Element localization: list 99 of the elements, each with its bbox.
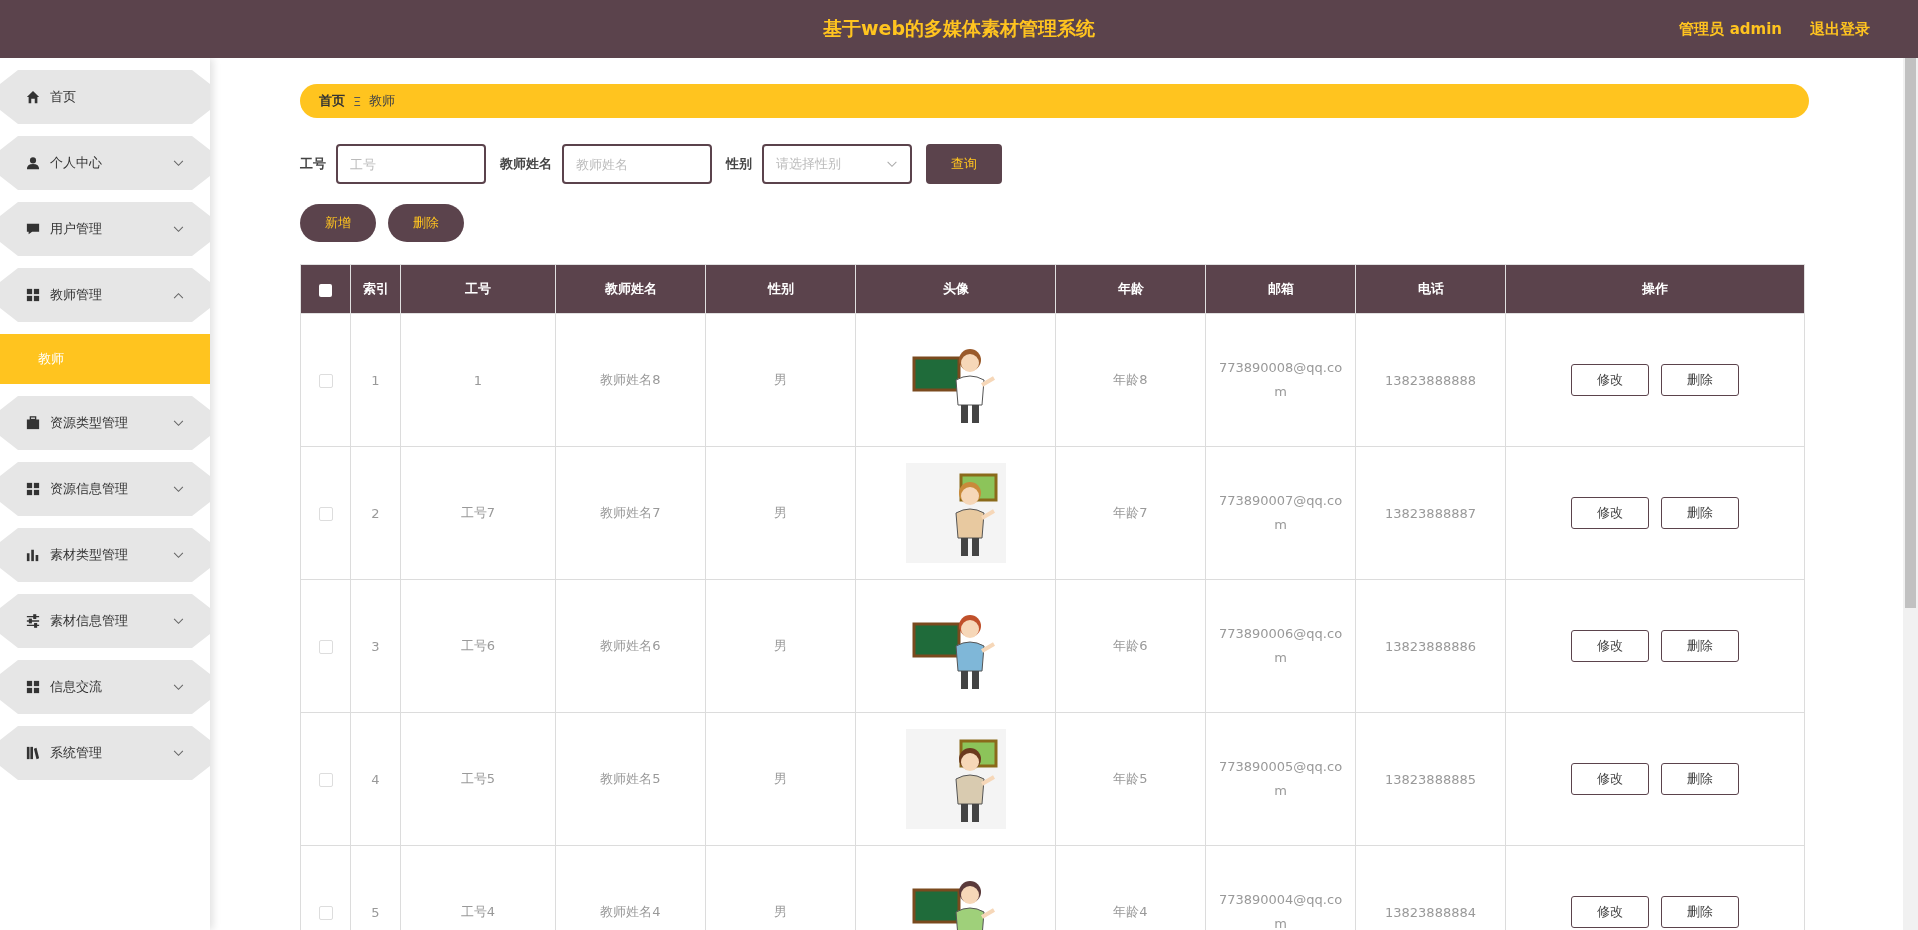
table-cell: 4: [350, 712, 401, 846]
column-header: 索引: [350, 264, 401, 314]
table-cell: 1: [350, 313, 401, 447]
column-header: 电话: [1355, 264, 1506, 314]
sidebar-item[interactable]: 用户管理: [0, 202, 210, 256]
sidebar-item[interactable]: 素材类型管理: [0, 528, 210, 582]
search-field[interactable]: 教师姓名: [562, 144, 712, 184]
column-header: 操作: [1505, 264, 1805, 314]
table-cell: 教师姓名5: [555, 712, 706, 846]
chevron-up-icon: [173, 291, 184, 299]
query-button[interactable]: 查询: [926, 144, 1002, 184]
search-field[interactable]: 工号: [336, 144, 486, 184]
edit-button[interactable]: 修改: [1571, 497, 1649, 529]
table-cell: 773890006@qq.com: [1205, 579, 1356, 713]
table-cell: 773890007@qq.com: [1205, 446, 1356, 580]
app-title: 基于web的多媒体素材管理系统: [822, 16, 1095, 41]
grid-icon: [26, 482, 40, 496]
table-cell: 773890008@qq.com: [1205, 313, 1356, 447]
delete-button[interactable]: 删除: [1661, 497, 1739, 529]
home-icon: [26, 90, 40, 104]
breadcrumb-separator: Ξ: [353, 93, 362, 109]
table-cell: 2: [350, 446, 401, 580]
column-header: 教师姓名: [555, 264, 706, 314]
edit-button[interactable]: 修改: [1571, 630, 1649, 662]
column-header: 工号: [400, 264, 556, 314]
chevron-down-icon: [173, 159, 184, 167]
books-icon: [26, 746, 40, 760]
chat-icon: [26, 222, 40, 236]
column-header: 年龄: [1055, 264, 1206, 314]
delete-button[interactable]: 删除: [1661, 364, 1739, 396]
grid-icon: [26, 680, 40, 694]
delete-button[interactable]: 删除: [1661, 630, 1739, 662]
table-cell: 13823888888: [1355, 313, 1506, 447]
table-cell: 男: [705, 579, 856, 713]
breadcrumb-current: 教师: [369, 92, 396, 110]
table-cell: 年龄7: [1055, 446, 1206, 580]
briefcase-icon: [26, 416, 40, 430]
breadcrumb-link[interactable]: 首页: [319, 92, 345, 110]
edit-button[interactable]: 修改: [1571, 896, 1649, 928]
table-cell: 年龄8: [1055, 313, 1206, 447]
table-cell: 工号7: [400, 446, 556, 580]
table-cell: 1: [400, 313, 556, 447]
logout-link[interactable]: 退出登录: [1810, 19, 1870, 39]
sliders-icon: [26, 614, 40, 628]
checkbox[interactable]: [318, 373, 333, 388]
table-cell: 男: [705, 712, 856, 846]
add-button[interactable]: 新增: [300, 204, 376, 242]
table-cell: 13823888885: [1355, 712, 1506, 846]
checkbox[interactable]: [318, 639, 333, 654]
table-cell: 工号5: [400, 712, 556, 846]
column-header: 性别: [705, 264, 856, 314]
chevron-down-icon: [886, 160, 898, 168]
column-header: 头像: [855, 264, 1056, 314]
scrollbar-thumb[interactable]: [1905, 58, 1916, 608]
table-cell: 教师姓名6: [555, 579, 706, 713]
checkbox[interactable]: [318, 772, 333, 787]
sidebar-item[interactable]: 系统管理: [0, 726, 210, 780]
sidebar-item[interactable]: 信息交流: [0, 660, 210, 714]
table-cell: 男: [705, 446, 856, 580]
table-cell: 773890005@qq.com: [1205, 712, 1356, 846]
field-label: 性别: [726, 155, 752, 173]
table-cell: 年龄5: [1055, 712, 1206, 846]
user-icon: [26, 156, 40, 170]
checkbox[interactable]: [318, 506, 333, 521]
table-cell: 年龄6: [1055, 579, 1206, 713]
table-cell: 工号6: [400, 579, 556, 713]
sidebar-item[interactable]: 教师管理: [0, 268, 210, 322]
sidebar-item[interactable]: 个人中心: [0, 136, 210, 190]
chevron-down-icon: [173, 419, 184, 427]
chevron-down-icon: [173, 485, 184, 493]
bar-chart-icon: [26, 548, 40, 562]
chevron-down-icon: [173, 225, 184, 233]
sidebar-item[interactable]: 资源信息管理: [0, 462, 210, 516]
field-label: 工号: [300, 155, 326, 173]
delete-button[interactable]: 删除: [388, 204, 464, 242]
chevron-down-icon: [173, 551, 184, 559]
checkbox[interactable]: [319, 283, 332, 297]
edit-button[interactable]: 修改: [1571, 763, 1649, 795]
chevron-down-icon: [173, 617, 184, 625]
column-header: 邮箱: [1205, 264, 1356, 314]
edit-button[interactable]: 修改: [1571, 364, 1649, 396]
field-label: 教师姓名: [500, 155, 552, 173]
delete-button[interactable]: 删除: [1661, 896, 1739, 928]
sidebar-item[interactable]: 首页: [0, 70, 210, 124]
delete-button[interactable]: 删除: [1661, 763, 1739, 795]
chevron-down-icon: [173, 683, 184, 691]
table-cell: 3: [350, 579, 401, 713]
grid-icon: [26, 288, 40, 302]
sidebar-item[interactable]: 素材信息管理: [0, 594, 210, 648]
table-cell: 13823888886: [1355, 579, 1506, 713]
chevron-down-icon: [173, 749, 184, 757]
scrollbar[interactable]: [1903, 58, 1918, 930]
table-cell: 13823888887: [1355, 446, 1506, 580]
sidebar-item[interactable]: 资源类型管理: [0, 396, 210, 450]
user-label: 管理员 admin: [1679, 19, 1782, 39]
table-cell: 教师姓名8: [555, 313, 706, 447]
table-cell: 男: [705, 313, 856, 447]
table-cell: 教师姓名7: [555, 446, 706, 580]
checkbox[interactable]: [318, 905, 333, 920]
